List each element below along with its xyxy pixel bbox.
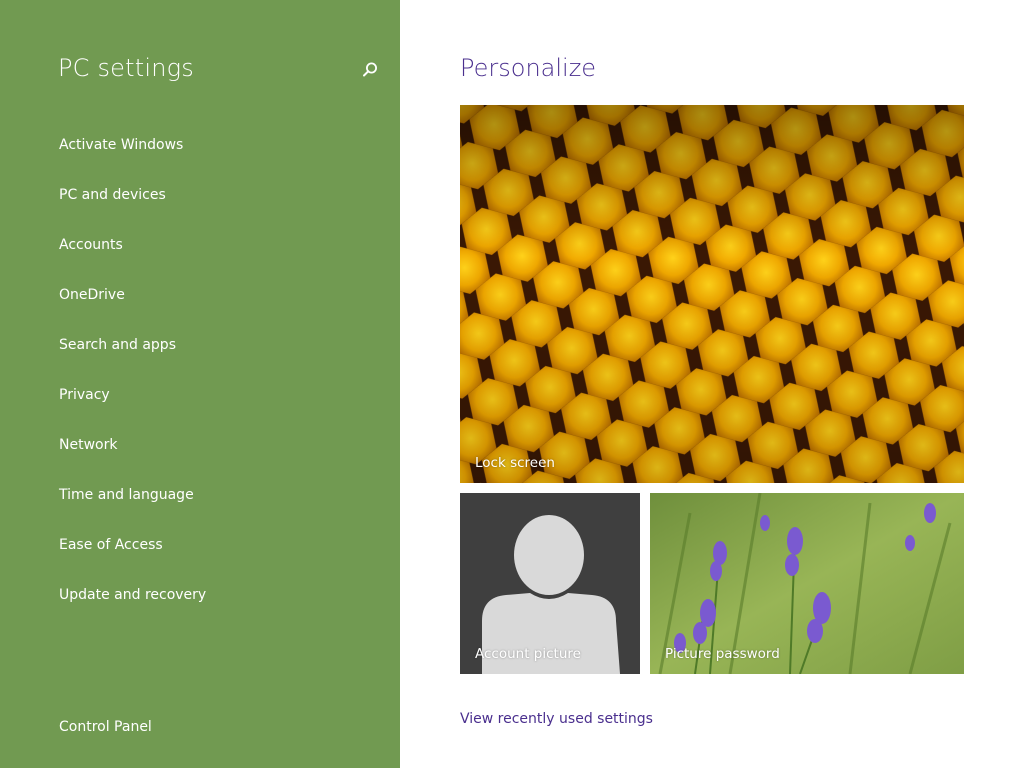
picture-password-label: Picture password <box>665 646 780 662</box>
picture-password-tile[interactable]: Picture password <box>650 493 964 674</box>
search-icon[interactable] <box>360 60 380 80</box>
lock-screen-tile[interactable]: Lock screen <box>460 105 964 483</box>
nav-item-ease-of-access[interactable]: Ease of Access <box>59 535 163 555</box>
nav-item-activate-windows[interactable]: Activate Windows <box>59 135 183 155</box>
page-title: Personalize <box>460 54 597 82</box>
nav-item-privacy[interactable]: Privacy <box>59 385 110 405</box>
sidebar: PC settings Activate Windows PC and devi… <box>0 0 400 768</box>
nav-item-pc-and-devices[interactable]: PC and devices <box>59 185 166 205</box>
account-picture-tile[interactable]: Account picture <box>460 493 640 674</box>
lock-screen-label: Lock screen <box>475 455 555 471</box>
nav-item-update-and-recovery[interactable]: Update and recovery <box>59 585 206 605</box>
nav-item-onedrive[interactable]: OneDrive <box>59 285 125 305</box>
account-picture-label: Account picture <box>475 646 581 662</box>
honeycomb-image <box>460 105 964 483</box>
view-recently-used-settings-link[interactable]: View recently used settings <box>460 709 653 729</box>
nav-item-accounts[interactable]: Accounts <box>59 235 123 255</box>
nav-item-time-and-language[interactable]: Time and language <box>59 485 194 505</box>
control-panel-link[interactable]: Control Panel <box>59 717 152 737</box>
app-title: PC settings <box>58 54 194 82</box>
nav-item-network[interactable]: Network <box>59 435 117 455</box>
nav-item-search-and-apps[interactable]: Search and apps <box>59 335 176 355</box>
